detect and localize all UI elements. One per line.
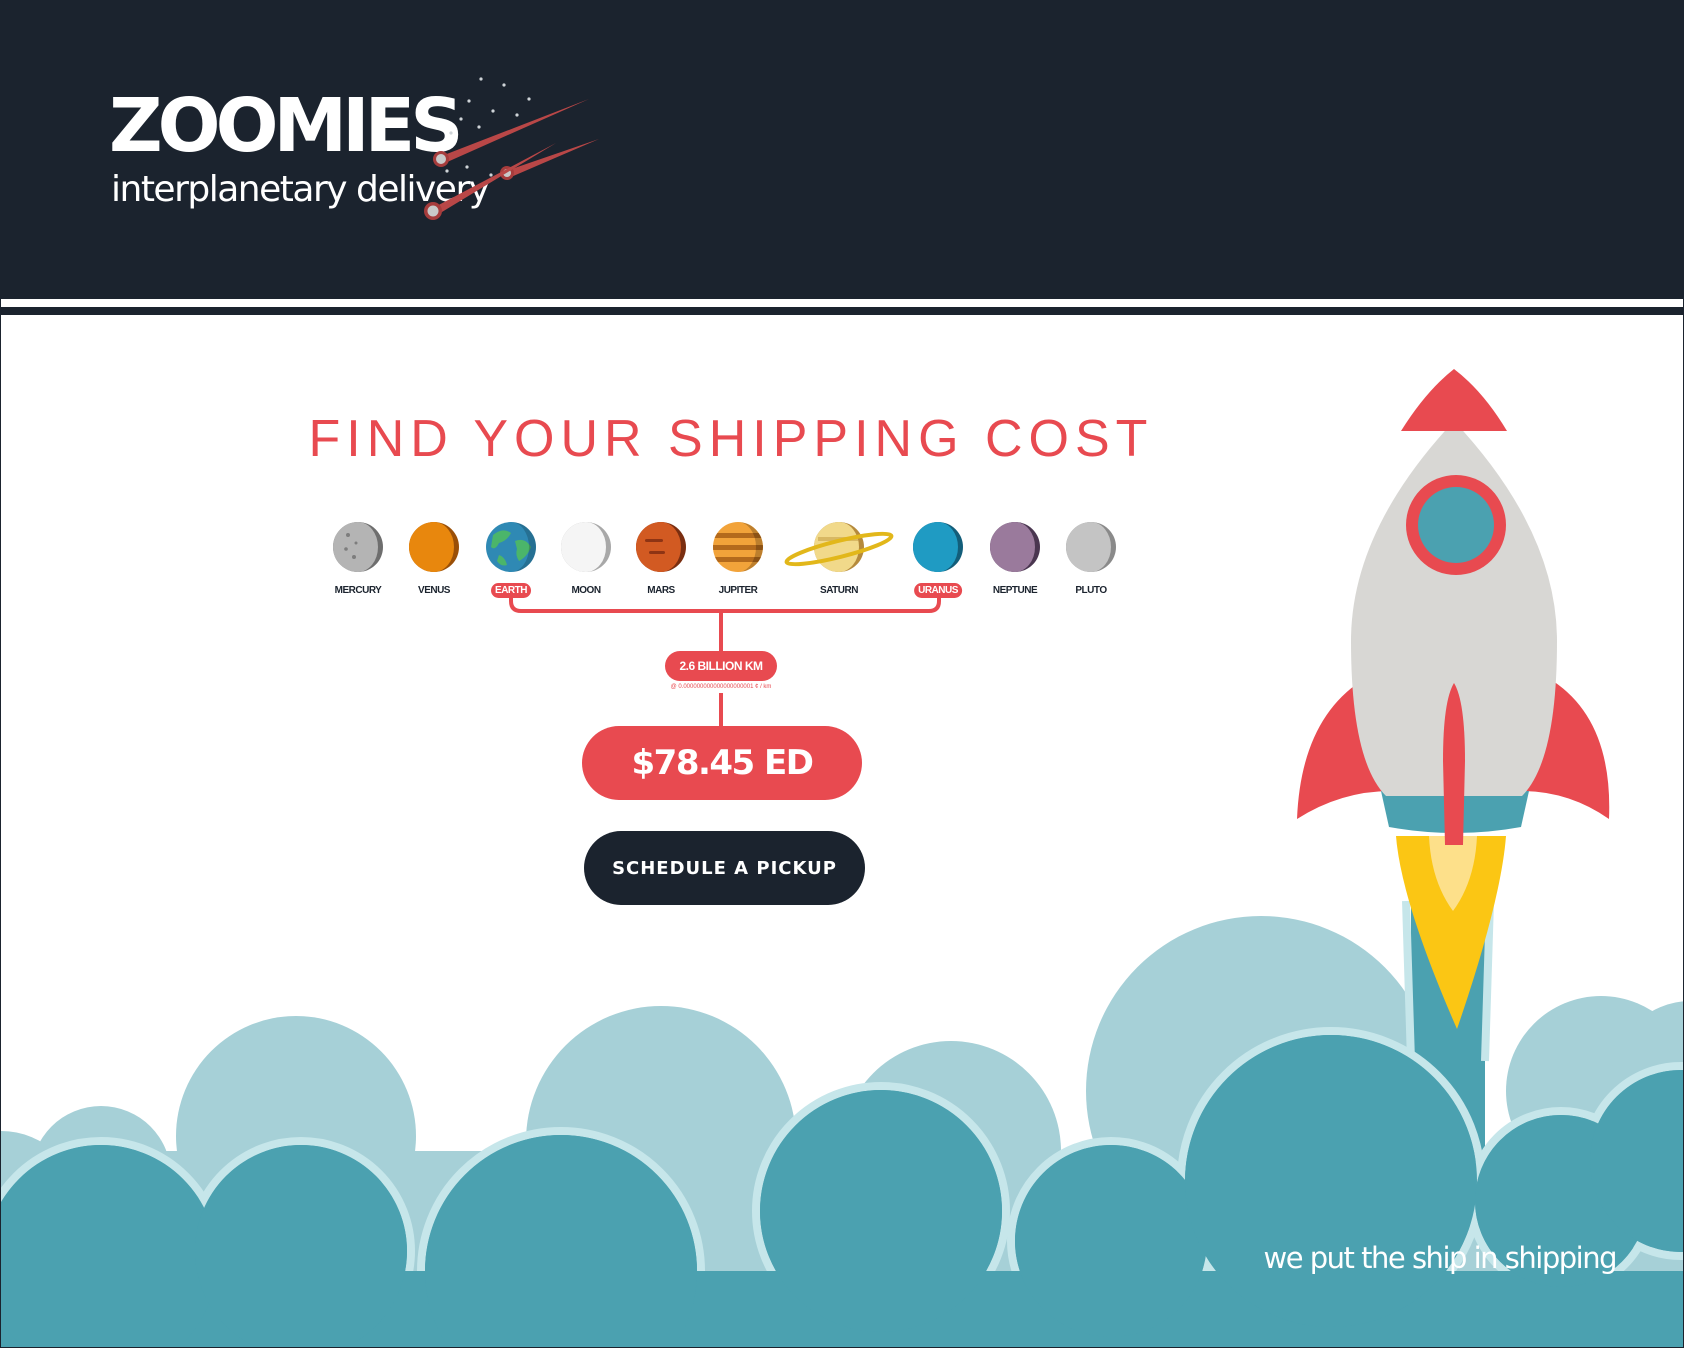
planet-label[interactable]: PLUTO (1071, 583, 1110, 598)
distance-badge: 2.6 BILLION KM (665, 651, 777, 681)
planet-label[interactable]: JUPITER (715, 583, 762, 598)
planet-saturn[interactable]: SATURN (784, 521, 894, 601)
planet-jupiter[interactable]: JUPITER (693, 521, 783, 601)
venus-icon (409, 522, 459, 572)
mars-icon (636, 522, 686, 572)
planet-label[interactable]: EARTH (491, 583, 531, 598)
planet-label[interactable]: SATURN (816, 583, 862, 598)
planet-label[interactable]: MARS (643, 583, 678, 598)
planet-label[interactable]: MERCURY (331, 583, 386, 598)
saturn-icon (784, 522, 894, 572)
price-display: $78.45 ED (582, 726, 862, 800)
schedule-pickup-button[interactable]: SCHEDULE A PICKUP (584, 831, 865, 905)
neptune-icon (990, 522, 1040, 572)
mercury-icon (333, 522, 383, 572)
jupiter-icon (713, 522, 763, 572)
rate-text: @ 0.000000000000000000001 ¢ / km (670, 684, 772, 690)
footer-slogan: we put the ship in shipping (1263, 1241, 1617, 1275)
planet-label[interactable]: MOON (567, 583, 604, 598)
planet-pluto[interactable]: PLUTO (1046, 521, 1136, 601)
route-connector (509, 596, 941, 726)
planet-label[interactable]: VENUS (414, 583, 454, 598)
planet-label[interactable]: NEPTUNE (989, 583, 1041, 598)
earth-icon (486, 522, 536, 572)
moon-icon (561, 522, 611, 572)
pluto-icon (1066, 522, 1116, 572)
page: ZOOMIES interplanetary delivery FIND YOU… (0, 0, 1684, 1348)
planet-label[interactable]: URANUS (914, 583, 962, 598)
uranus-icon (913, 522, 963, 572)
